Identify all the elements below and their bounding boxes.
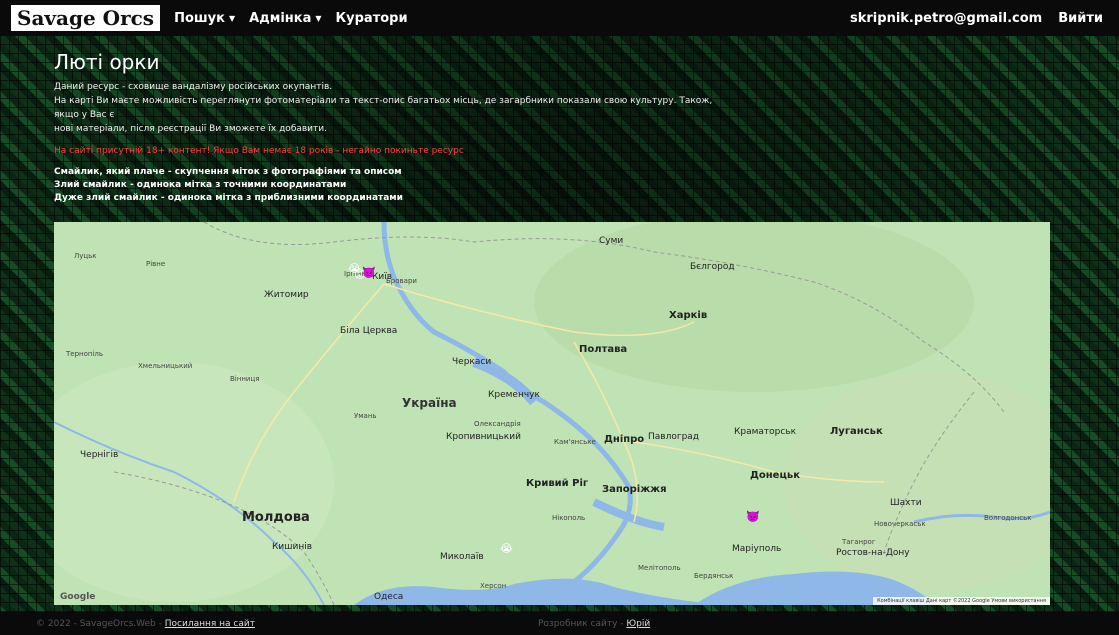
google-logo: Google bbox=[60, 592, 96, 602]
user-email-link[interactable]: skripnik.petro@gmail.com bbox=[850, 11, 1042, 26]
map-city-label: Кам'янське bbox=[554, 438, 596, 446]
legend-item: Злий смайлик - одинока мітка з точними к… bbox=[54, 180, 347, 190]
map-city-label: Бєлгород bbox=[690, 262, 735, 272]
copyright-text: © 2022 - SavageOrcs.Web - bbox=[36, 618, 162, 629]
map-city-label: Житомир bbox=[264, 290, 309, 300]
map-city-label: Мелітополь bbox=[638, 564, 681, 572]
map-city-label: Таганрог bbox=[842, 538, 876, 546]
map-country-label: Україна bbox=[402, 396, 457, 410]
very-angry-smiley-marker[interactable]: 👿 bbox=[746, 510, 760, 523]
chevron-down-icon: ▼ bbox=[228, 13, 236, 23]
site-link[interactable]: Посилання на сайт bbox=[165, 619, 255, 629]
intro-section: Люті орки Даний ресурс - сховище вандалі… bbox=[54, 50, 734, 205]
map-city-label: Умань bbox=[354, 412, 377, 420]
map-city-label: Нікополь bbox=[552, 514, 586, 522]
map-city-label: Олександрія bbox=[474, 420, 521, 428]
map-attribution[interactable]: Комбінації клавіш Дані карт ©2022 Google… bbox=[873, 597, 1050, 605]
navbar: Savage Orcs Пошук ▼ Адмінка ▼ Куратори s… bbox=[0, 0, 1119, 36]
nav-search-label: Пошук bbox=[174, 10, 225, 26]
map-city-label: Луганськ bbox=[830, 426, 883, 437]
crying-smiley-cluster-marker[interactable]: 😭 bbox=[500, 542, 513, 555]
map-city-label: Кропивницький bbox=[446, 432, 521, 442]
map-city-label: Херсон bbox=[480, 582, 507, 590]
map-city-label: Запоріжжя bbox=[602, 484, 667, 495]
description: Даний ресурс - сховище вандалізму російс… bbox=[54, 80, 734, 136]
map-city-label: Кривий Ріг bbox=[526, 478, 589, 489]
footer-copyright: © 2022 - SavageOrcs.Web - Посилання на с… bbox=[36, 619, 255, 629]
map-city-label: Бровари bbox=[386, 277, 417, 285]
map-city-label: Донецьк bbox=[750, 470, 800, 481]
marker-legend: Смайлик, який плаче - скупчення міток з … bbox=[54, 166, 734, 205]
legend-item: Смайлик, який плаче - скупчення міток з … bbox=[54, 167, 402, 177]
nav-admin-dropdown[interactable]: Адмінка ▼ bbox=[249, 11, 321, 26]
map-city-label: Павлоград bbox=[648, 432, 700, 442]
map-city-label: Біла Церква bbox=[340, 326, 398, 336]
very-angry-smiley-marker[interactable]: 👿 bbox=[362, 266, 376, 279]
map-view[interactable]: Луцьк Рівне Житомир Біла Церква Ірпінь К… bbox=[54, 222, 1050, 605]
map-city-label: Суми bbox=[599, 236, 624, 246]
map-city-label: Хмельницький bbox=[138, 362, 193, 370]
map-city-label: Шахти bbox=[890, 498, 922, 508]
map-city-label: Волгодонськ bbox=[984, 514, 1032, 522]
map-city-label: Чернігів bbox=[80, 450, 119, 460]
description-line: На карті Ви маєте можливість переглянути… bbox=[54, 96, 713, 120]
map-city-label: Харків bbox=[669, 310, 708, 321]
map-city-label: Краматорськ bbox=[734, 427, 797, 437]
nav-search-dropdown[interactable]: Пошук ▼ bbox=[174, 11, 235, 26]
nav-curators-link[interactable]: Куратори bbox=[336, 11, 408, 26]
map-city-label: Рівне bbox=[146, 260, 166, 268]
map-city-label: Новочеркаськ bbox=[874, 520, 926, 528]
map-city-label: Кременчук bbox=[488, 390, 540, 400]
footer: © 2022 - SavageOrcs.Web - Посилання на с… bbox=[0, 612, 1119, 635]
chevron-down-icon: ▼ bbox=[315, 13, 322, 23]
map-city-label: Луцьк bbox=[74, 252, 97, 260]
map-city-label: Дніпро bbox=[604, 434, 645, 445]
description-line: Даний ресурс - сховище вандалізму російс… bbox=[54, 82, 333, 92]
footer-developer: Розробник сайту - Юрій bbox=[538, 619, 650, 629]
developer-link[interactable]: Юрій bbox=[626, 619, 650, 629]
adult-content-warning: На сайті присутній 18+ контент! Якщо Вам… bbox=[54, 146, 464, 156]
map-city-label: Тернопіль bbox=[66, 350, 104, 358]
map-city-label: Вінниця bbox=[230, 375, 260, 383]
description-line: нові матеріали, після реєстрації Ви змож… bbox=[54, 124, 327, 134]
legend-item: Дуже злий смайлик - одинока мітка з приб… bbox=[54, 193, 403, 203]
map-city-label: Полтава bbox=[579, 344, 628, 355]
page-title: Люті орки bbox=[54, 50, 160, 74]
map-city-label: Кишинів bbox=[272, 542, 313, 552]
map-city-label: Ростов-на-Дону bbox=[836, 548, 910, 558]
map-city-label: Миколаїв bbox=[440, 552, 484, 562]
developer-label: Розробник сайту - bbox=[538, 618, 624, 629]
nav-admin-label: Адмінка bbox=[249, 10, 312, 26]
logout-link[interactable]: Вийти bbox=[1058, 11, 1103, 26]
map-city-label: Одеса bbox=[374, 592, 404, 602]
map-country-label: Молдова bbox=[242, 510, 310, 525]
map-city-label: Маріуполь bbox=[732, 544, 782, 554]
map-city-label: Черкаси bbox=[452, 357, 492, 367]
brand-logo[interactable]: Savage Orcs bbox=[11, 5, 161, 31]
map-city-label: Бердянськ bbox=[694, 572, 734, 580]
